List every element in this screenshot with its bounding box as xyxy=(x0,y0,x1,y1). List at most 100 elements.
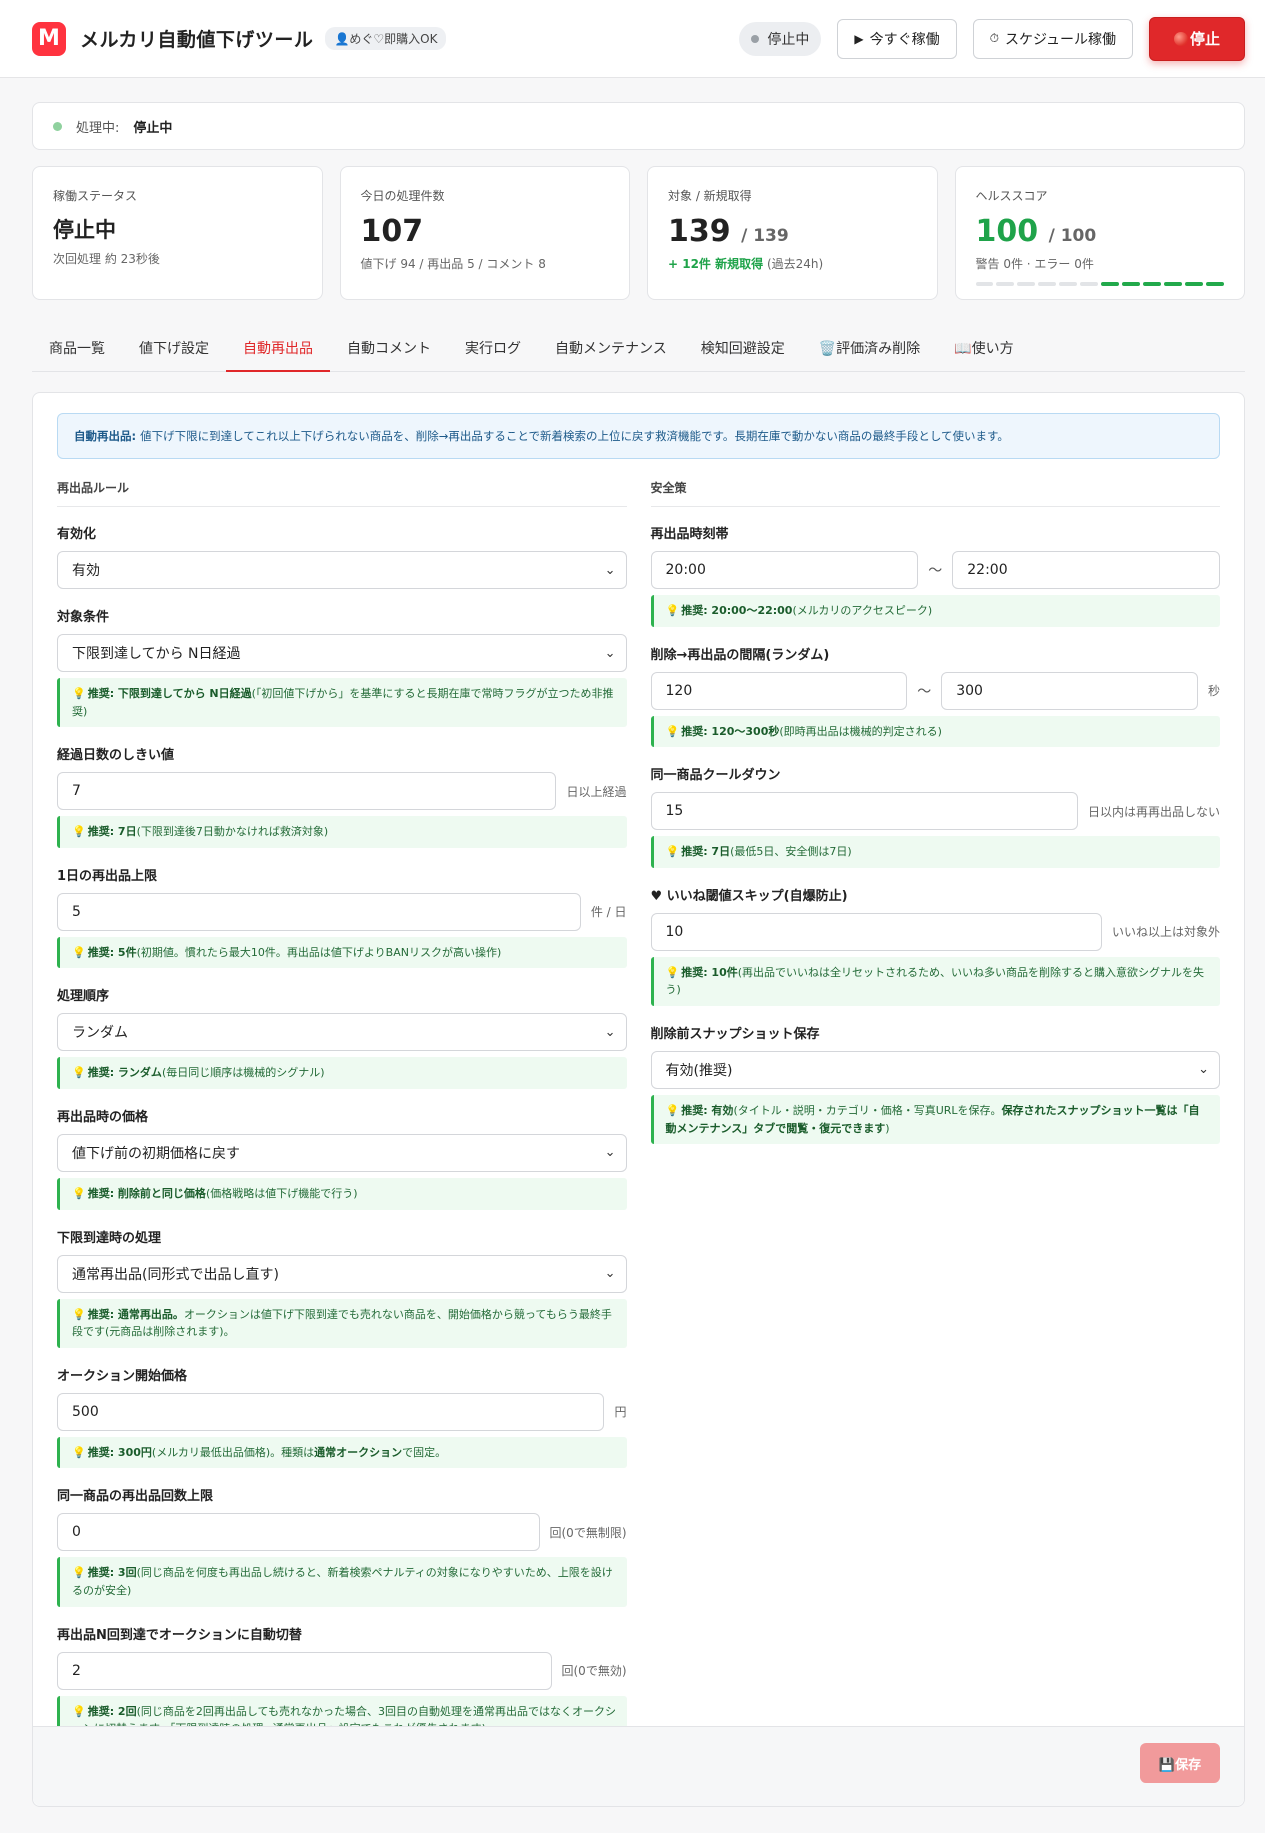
auto-switch-input[interactable]: 2 xyxy=(57,1651,552,1690)
relist-panel: 自動再出品: 値下げ下限に到達してこれ以上下げられない商品を、削除→再出品するこ… xyxy=(32,392,1245,1807)
interval-to-input[interactable]: 300 xyxy=(941,671,1198,710)
tip-strong: 推奨: 通常再出品。 xyxy=(87,1307,184,1321)
health-segment xyxy=(1164,282,1183,286)
input-row: 5 件 / 日 xyxy=(57,892,627,931)
stat-sub: 警告 0件 · エラー 0件 xyxy=(975,257,1094,271)
field-condition: 対象条件 下限到達してから N日経過 ⌄ 💡 推奨: 下限到達してから N日経過(「… xyxy=(57,606,627,728)
safety-column: 安全策 再出品時刻帯 20:00 〜 22:00 💡 推奨: 20:00〜22:00(… xyxy=(650,479,1220,1762)
field-label: 対象条件 xyxy=(57,610,110,625)
health-bar xyxy=(975,282,1225,286)
time-from-input[interactable]: 20:00 xyxy=(650,551,919,589)
tip-strong: 推奨: 300円 xyxy=(87,1445,152,1459)
enable-select[interactable]: 有効 ⌄ xyxy=(57,551,627,589)
field-label: 削除→再出品の間隔(ランダム) xyxy=(650,647,830,663)
bulb-icon: 💡 xyxy=(72,825,86,839)
save-button[interactable]: 💾保存 xyxy=(1140,1743,1220,1783)
stat-value: 100 xyxy=(975,214,1039,249)
stop-button[interactable]: 停止 xyxy=(1149,16,1245,61)
bulb-icon: 💡 xyxy=(665,604,680,617)
tip-strong: 推奨: 2回 xyxy=(87,1704,137,1718)
unit-label: 円 xyxy=(614,1405,627,1420)
tip-text: (メルカリのアクセスピーク) xyxy=(792,604,933,617)
tip-box: 💡 推奨: 3回(同じ商品を何度も再出品し続けると、新着検索ペナルティの対象になり… xyxy=(57,1557,627,1607)
order-select[interactable]: ランダム ⌄ xyxy=(57,1013,627,1052)
bulb-icon: 💡 xyxy=(72,945,86,959)
tip-strong: 推奨: ランダム xyxy=(87,1066,162,1080)
select-value: 有効(推奨) xyxy=(665,1062,733,1079)
field-floor: 下限到達時の処理 通常再出品(同形式で出品し直す) ⌄ 💡 推奨: 通常再出品。オー… xyxy=(57,1227,627,1348)
tip-strong: 推奨: 7日 xyxy=(87,825,137,839)
tip-box: 💡 推奨: 5件(初期値。慣れたら最大10件。再出品は値下げよりBANリスクが高い… xyxy=(57,936,627,969)
interval-from-input[interactable]: 120 xyxy=(650,671,908,710)
floor-select[interactable]: 通常再出品(同形式で出品し直す) ⌄ xyxy=(57,1254,627,1293)
select-value: ランダム xyxy=(72,1025,128,1042)
relist-rules-column: 再出品ルール 有効化 有効 ⌄ 対象条件 下限到達してから N日経過 ⌄ 💡 推奨: … xyxy=(57,479,627,1762)
panel-footer: 💾保存 xyxy=(33,1726,1244,1806)
tip-box: 💡 推奨: 有効(タイトル・説明・カテゴリ・価格・写真URLを保存。保存されたスナ… xyxy=(650,1094,1220,1145)
top-bar: M メルカリ自動値下げツール 👤めぐ♡即購入OK 停止中 ▶ 今すぐ稼働 ⏱ ス… xyxy=(0,0,1265,78)
tab-products[interactable]: 商品一覧 xyxy=(32,325,122,371)
tab-auto-comment[interactable]: 自動コメント xyxy=(330,325,448,371)
tab-log[interactable]: 実行ログ xyxy=(448,325,538,371)
field-label: ♥ いいね閾値スキップ(自爆防止) xyxy=(650,888,848,904)
unit-label: 秒 xyxy=(1207,684,1220,699)
daily-limit-input[interactable]: 5 xyxy=(57,892,581,931)
tip-text: (毎日同じ順序は機械的シグナル) xyxy=(161,1066,325,1080)
time-to-input[interactable]: 22:00 xyxy=(952,551,1220,589)
bulb-icon: 💡 xyxy=(72,1066,86,1080)
tip-text-2: で固定。 xyxy=(402,1445,447,1459)
bulb-icon: 💡 xyxy=(665,845,680,859)
unit-label: 日以内は再再出品しない xyxy=(1087,804,1220,819)
input-row: 7 日以上経過 xyxy=(57,772,627,811)
health-segment xyxy=(1185,282,1203,286)
field-label: 再出品時刻帯 xyxy=(650,527,729,542)
max-count-input[interactable]: 0 xyxy=(57,1513,540,1552)
play-icon: ▶ xyxy=(854,31,864,46)
stat-card-health: ヘルススコア 100 / 100 警告 0件 · エラー 0件 xyxy=(954,166,1245,300)
field-days: 経過日数のしきい値 7 日以上経過 💡 推奨: 7日(下限到達後7日動かなければ救済… xyxy=(57,744,627,848)
tip-text: (最低5日、安全側は7日) xyxy=(730,845,852,859)
notice-strong: 自動再出品: xyxy=(74,429,137,443)
health-segment xyxy=(1059,282,1078,286)
chevron-down-icon: ⌄ xyxy=(604,562,616,578)
tip-strong: 推奨: 有効 xyxy=(681,1103,734,1117)
bulb-icon: 💡 xyxy=(665,1103,680,1117)
tip-box: 💡 推奨: 下限到達してから N日経過(「初回値下げから」を基準にすると長期在庫で… xyxy=(57,678,627,728)
tab-delete-rated[interactable]: 🗑️評価済み削除 xyxy=(802,325,937,371)
tab-price-down[interactable]: 値下げ設定 xyxy=(122,325,226,371)
bulb-icon: 💡 xyxy=(72,1307,86,1321)
select-value: 値下げ前の初期価格に戻す xyxy=(72,1145,240,1162)
run-now-button[interactable]: ▶ 今すぐ稼働 xyxy=(837,18,957,59)
tip-text: (価格戦略は値下げ機能で行う) xyxy=(205,1186,358,1200)
field-label: 同一商品クールダウン xyxy=(650,768,781,784)
auction-price-input[interactable]: 500 xyxy=(57,1392,605,1431)
likes-input[interactable]: 10 xyxy=(650,912,1102,951)
schedule-button[interactable]: ⏱ スケジュール稼働 xyxy=(972,18,1133,59)
stat-value-wrap: 100 / 100 xyxy=(976,214,1225,249)
field-cooldown: 同一商品クールダウン 15 日以内は再再出品しない 💡 推奨: 7日(最低5日、安全… xyxy=(650,764,1220,868)
input-row: 2 回(0で無効) xyxy=(57,1651,627,1690)
health-segment xyxy=(1080,282,1099,286)
condition-select[interactable]: 下限到達してから N日経過 ⌄ xyxy=(57,634,627,672)
unit-label: 件 / 日 xyxy=(590,905,627,920)
snapshot-select[interactable]: 有効(推奨) ⌄ xyxy=(650,1050,1220,1089)
tab-maintenance[interactable]: 自動メンテナンス xyxy=(538,325,684,371)
stat-value: 停止中 xyxy=(53,218,116,242)
cooldown-input[interactable]: 15 xyxy=(650,792,1078,831)
tip-strong: 推奨: 120〜300秒 xyxy=(681,724,780,738)
app-title: メルカリ自動値下げツール xyxy=(80,29,314,51)
stat-of: / 139 xyxy=(741,226,789,246)
field-label: 1日の再出品上限 xyxy=(57,868,158,884)
processing-bar: 処理中: 停止中 xyxy=(32,102,1245,150)
processing-label: 処理中: xyxy=(76,120,120,136)
price-select[interactable]: 値下げ前の初期価格に戻す ⌄ xyxy=(57,1133,627,1172)
tip-strong: 推奨: 下限到達してから N日経過 xyxy=(87,687,252,700)
stat-value: 107 xyxy=(360,214,424,249)
tab-auto-relist[interactable]: 自動再出品 xyxy=(226,325,330,372)
health-segment xyxy=(975,282,994,286)
input-row: 20:00 〜 22:00 xyxy=(650,551,1220,589)
tip-text: (即時再出品は機械的判定される) xyxy=(779,724,942,738)
tab-detection[interactable]: 検知回避設定 xyxy=(684,325,802,371)
tab-howto[interactable]: 📖使い方 xyxy=(937,325,1030,371)
days-input[interactable]: 7 xyxy=(57,772,557,811)
